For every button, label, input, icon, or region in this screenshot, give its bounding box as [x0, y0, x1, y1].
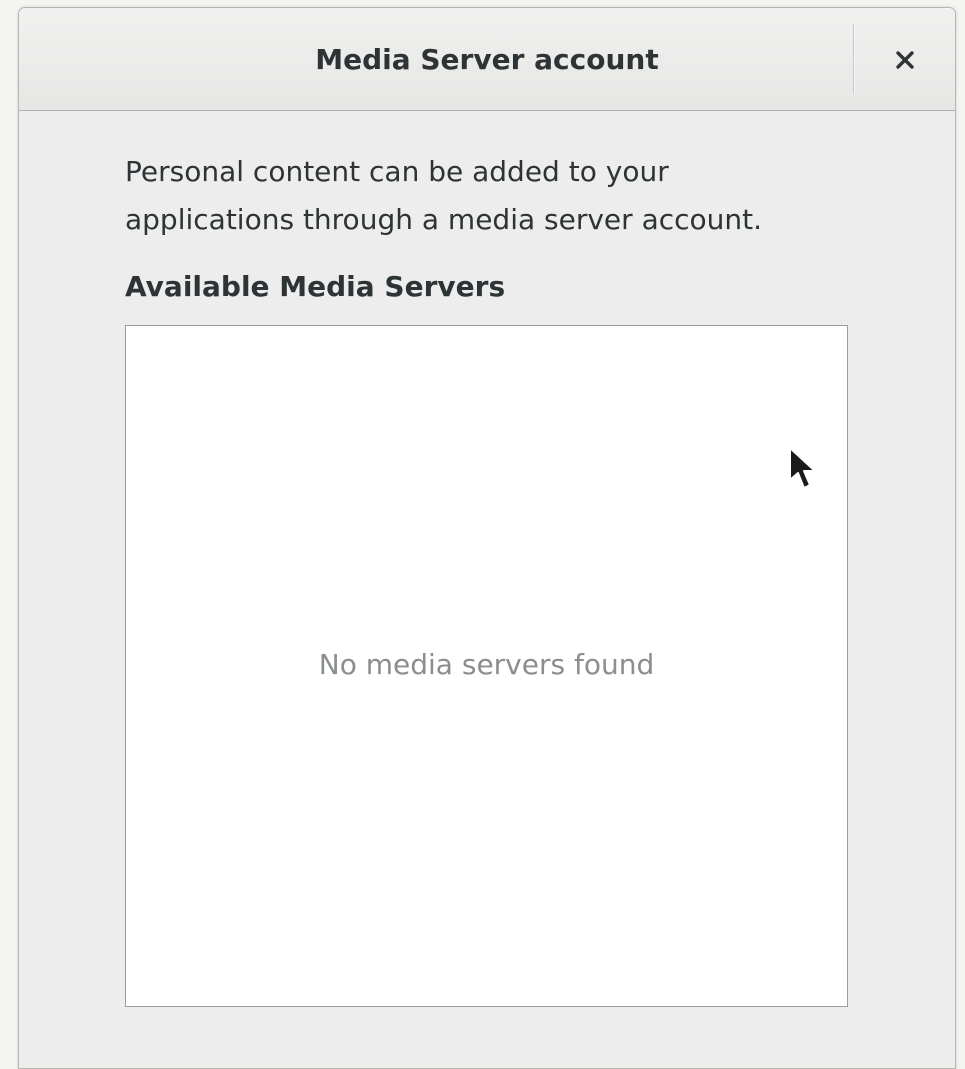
dialog-title: Media Server account	[315, 43, 659, 76]
media-server-list[interactable]: No media servers found	[125, 325, 848, 1007]
header-separator	[853, 24, 855, 94]
description-line: Personal content can be added to your	[125, 155, 669, 188]
media-server-account-dialog: Media Server account Personal content ca…	[18, 7, 956, 1069]
close-button[interactable]	[877, 34, 933, 86]
empty-list-message: No media servers found	[318, 648, 655, 681]
available-servers-label: Available Media Servers	[125, 270, 506, 303]
header-bar: Media Server account	[19, 8, 955, 111]
description-line: applications through a media server acco…	[125, 203, 763, 236]
close-icon	[896, 51, 914, 69]
description-text: Personal content can be added to your ap…	[125, 148, 845, 244]
